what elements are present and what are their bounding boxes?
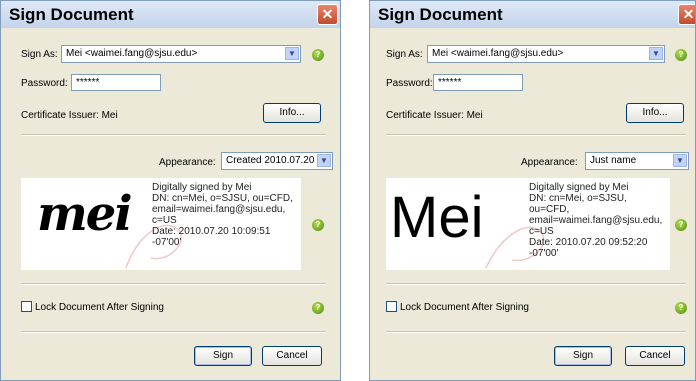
lock-document-label[interactable]: Lock Document After Signing <box>400 302 529 313</box>
separator <box>21 134 326 136</box>
dialog-title: Sign Document <box>9 5 134 24</box>
info-button[interactable]: Info... <box>626 103 684 123</box>
sign-as-label: Sign As: <box>21 49 58 60</box>
sign-as-dropdown[interactable]: Mei <waimei.fang@sjsu.edu> ▼ <box>427 45 665 63</box>
appearance-value: Created 2010.07.20 <box>226 155 315 166</box>
chevron-down-icon[interactable]: ▼ <box>673 154 687 167</box>
sign-as-value: Mei <waimei.fang@sjsu.edu> <box>432 48 564 59</box>
help-icon[interactable]: ? <box>675 302 687 314</box>
password-label: Password: <box>21 78 68 89</box>
sign-as-label: Sign As: <box>386 49 423 60</box>
separator <box>21 283 326 285</box>
sign-document-dialog-right: Sign Document ✕ Sign As: Mei <waimei.fan… <box>369 0 696 381</box>
appearance-dropdown[interactable]: Just name ▼ <box>585 152 689 170</box>
cancel-button[interactable]: Cancel <box>262 346 322 366</box>
title-bar[interactable]: Sign Document ✕ <box>1 1 340 28</box>
lock-document-label[interactable]: Lock Document After Signing <box>35 302 164 313</box>
certificate-issuer-text: Certificate Issuer: Mei <box>21 110 118 121</box>
dialog-title: Sign Document <box>378 5 503 24</box>
appearance-label: Appearance: <box>159 157 216 168</box>
chevron-down-icon[interactable]: ▼ <box>649 47 663 60</box>
appearance-dropdown[interactable]: Created 2010.07.20 ▼ <box>221 152 333 170</box>
appearance-label: Appearance: <box>521 157 578 168</box>
help-icon[interactable]: ? <box>312 219 324 231</box>
sign-as-value: Mei <waimei.fang@sjsu.edu> <box>66 48 198 59</box>
password-value: ****** <box>438 77 462 88</box>
help-icon[interactable]: ? <box>675 219 687 231</box>
separator <box>386 331 686 333</box>
chevron-down-icon[interactable]: ▼ <box>317 154 331 167</box>
signature-details: Digitally signed by Mei DN: cn=Mei, o=SJ… <box>152 182 293 248</box>
password-label: Password: <box>386 78 433 89</box>
appearance-value: Just name <box>590 155 637 166</box>
signature-preview: mei Digitally signed by Mei DN: cn=Mei, … <box>21 178 301 270</box>
chevron-down-icon[interactable]: ▼ <box>285 47 299 60</box>
close-icon[interactable]: ✕ <box>317 4 338 25</box>
info-button[interactable]: Info... <box>263 103 321 123</box>
password-field[interactable]: ****** <box>433 74 523 91</box>
lock-document-checkbox[interactable] <box>386 301 397 312</box>
separator <box>21 331 326 333</box>
password-field[interactable]: ****** <box>71 74 161 91</box>
lock-document-checkbox[interactable] <box>21 301 32 312</box>
sign-as-dropdown[interactable]: Mei <waimei.fang@sjsu.edu> ▼ <box>61 45 301 63</box>
sign-document-dialog-left: Sign Document ✕ Sign As: Mei <waimei.fan… <box>0 0 341 381</box>
certificate-issuer-text: Certificate Issuer: Mei <box>386 110 483 121</box>
separator <box>386 283 686 285</box>
signature-name-large: Mei <box>390 185 484 250</box>
help-icon[interactable]: ? <box>312 49 324 61</box>
handwritten-signature: mei <box>37 186 133 242</box>
signature-details: Digitally signed by Mei DN: cn=Mei, o=SJ… <box>529 182 663 259</box>
close-icon[interactable]: ✕ <box>678 4 695 25</box>
cancel-button[interactable]: Cancel <box>625 346 685 366</box>
signature-preview: Mei Digitally signed by Mei DN: cn=Mei, … <box>386 178 670 270</box>
password-value: ****** <box>76 77 100 88</box>
sign-button[interactable]: Sign <box>554 346 612 366</box>
sign-button[interactable]: Sign <box>194 346 252 366</box>
help-icon[interactable]: ? <box>675 49 687 61</box>
separator <box>386 134 686 136</box>
title-bar[interactable]: Sign Document ✕ <box>370 1 695 28</box>
help-icon[interactable]: ? <box>312 302 324 314</box>
